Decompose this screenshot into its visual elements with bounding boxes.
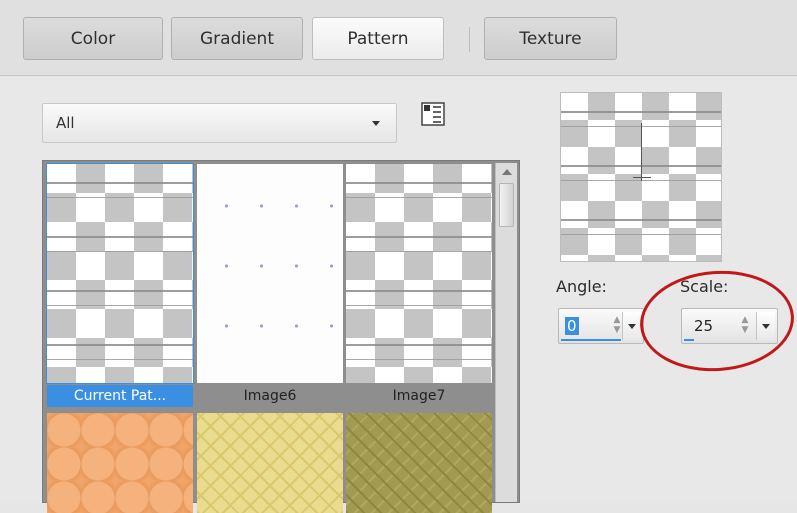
tab-pattern[interactable]: Pattern xyxy=(312,17,444,60)
spin-arrows-icon[interactable]: ▲ ▼ xyxy=(612,315,622,337)
pattern-caption-image7[interactable]: Image7 xyxy=(346,385,492,407)
list-view-icon[interactable] xyxy=(419,100,447,128)
pattern-thumb-image6[interactable] xyxy=(197,164,343,383)
scrollbar-thumb[interactable] xyxy=(499,183,514,227)
pattern-thumb-image7[interactable] xyxy=(346,164,492,383)
tab-separator xyxy=(469,27,470,52)
pattern-preview[interactable] xyxy=(560,92,722,262)
center-crosshair[interactable] xyxy=(641,123,642,181)
tab-gradient[interactable]: Gradient xyxy=(171,17,303,60)
pattern-thumb-yellow[interactable] xyxy=(197,413,343,513)
pattern-category-dropdown[interactable]: All xyxy=(42,103,397,143)
pattern-grid: Current Pat... Image6 Image7 xyxy=(42,160,520,513)
angle-label: Angle: xyxy=(556,277,607,296)
fill-type-tabbar: Color Gradient Pattern Texture xyxy=(0,0,797,76)
tab-color[interactable]: Color xyxy=(23,17,163,60)
scroll-up-icon[interactable] xyxy=(502,169,512,175)
angle-value[interactable]: 0 xyxy=(565,317,579,335)
angle-spinbox[interactable]: 0 ▲ ▼ xyxy=(558,308,644,344)
angle-dropdown-button[interactable] xyxy=(622,312,641,340)
pattern-thumb-current[interactable] xyxy=(46,163,194,384)
tab-texture[interactable]: Texture xyxy=(484,17,617,60)
pattern-grid-scrollbar[interactable] xyxy=(495,163,517,502)
center-crosshair-h xyxy=(633,177,651,178)
angle-slider-track[interactable] xyxy=(561,339,621,341)
pattern-caption-image6[interactable]: Image6 xyxy=(197,385,343,407)
chevron-down-icon xyxy=(372,121,380,126)
pattern-thumb-orange[interactable] xyxy=(47,413,193,513)
pattern-caption-current[interactable]: Current Pat... xyxy=(47,385,193,407)
pattern-thumb-olive[interactable] xyxy=(346,413,492,513)
dropdown-value: All xyxy=(56,114,75,132)
